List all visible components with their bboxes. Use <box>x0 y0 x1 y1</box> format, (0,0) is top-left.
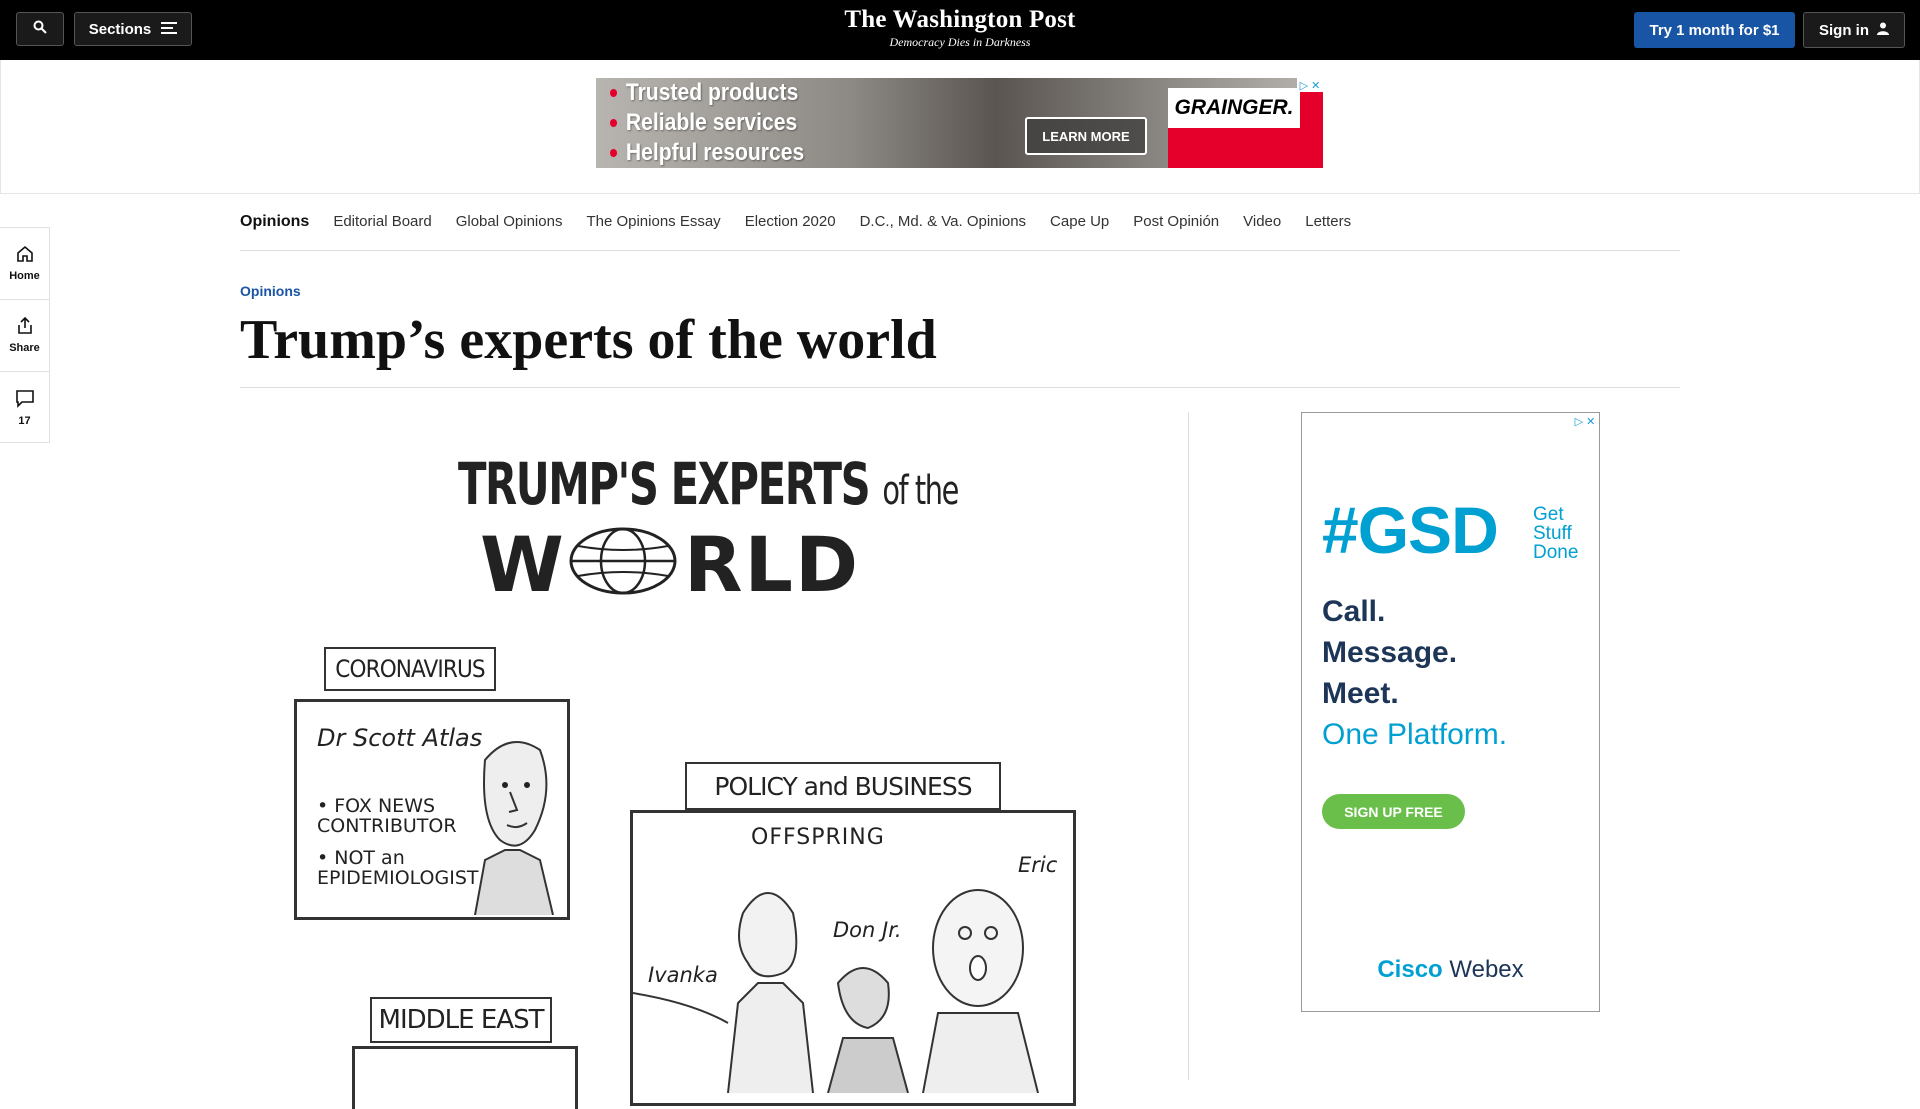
cartoon-panel-atlas: Dr Scott Atlas • FOX NEWS CONTRIBUTOR • … <box>294 699 570 920</box>
cartoon-caption-middle-east: MIDDLE EAST <box>370 997 552 1043</box>
subnav-item-election-2020[interactable]: Election 2020 <box>745 212 836 232</box>
masthead[interactable]: The Washington Post Democracy Dies in Da… <box>760 5 1160 49</box>
ad-features: Call. Message. Meet. <box>1322 595 1458 710</box>
hamburger-icon <box>161 21 178 38</box>
banner-ad-item: Trusted products <box>610 78 804 108</box>
share-icon <box>16 316 34 338</box>
globe-icon <box>568 526 678 601</box>
cartoon-caption-coronavirus: CORONAVIRUS <box>324 647 496 691</box>
left-action-rail: Home Share 17 <box>0 227 50 443</box>
banner-ad-item: Helpful resources <box>610 138 804 168</box>
rail-comments-count: 17 <box>18 414 31 427</box>
article-headline: Trump’s experts of the world <box>240 309 937 371</box>
subnav-item-post-opinion[interactable]: Post Opinión <box>1133 212 1219 232</box>
sections-button[interactable]: Sections <box>74 12 192 46</box>
banner-ad-brand-logo: GRAINGER. <box>1168 88 1300 128</box>
signin-button[interactable]: Sign in <box>1803 12 1905 48</box>
rail-home-button[interactable]: Home <box>0 228 49 300</box>
subnav-item-opinions-essay[interactable]: The Opinions Essay <box>586 212 720 232</box>
subscribe-button[interactable]: Try 1 month for $1 <box>1634 12 1795 48</box>
sections-label: Sections <box>88 20 152 38</box>
top-nav-bar: Sections The Washington Post Democracy D… <box>0 0 1920 60</box>
search-button[interactable] <box>16 12 64 46</box>
banner-ad[interactable]: Trusted products Reliable services Helpf… <box>596 78 1323 168</box>
subnav-item-video[interactable]: Video <box>1243 212 1281 232</box>
subnav-item-global-opinions[interactable]: Global Opinions <box>456 212 563 232</box>
subnav-item-cape-up[interactable]: Cape Up <box>1050 212 1109 232</box>
signin-label: Sign in <box>1819 21 1869 39</box>
opinions-subnav: Opinions Editorial Board Global Opinions… <box>240 212 1680 251</box>
subnav-item-opinions[interactable]: Opinions <box>240 212 309 232</box>
comment-icon <box>15 389 34 411</box>
search-icon <box>33 20 47 39</box>
headline-divider <box>240 387 1680 388</box>
rail-home-label: Home <box>9 270 40 282</box>
subnav-item-editorial-board[interactable]: Editorial Board <box>333 212 431 232</box>
subnav-item-dc-md-va[interactable]: D.C., Md. & Va. Opinions <box>860 212 1026 232</box>
rail-share-button[interactable]: Share <box>0 300 49 372</box>
cartoon-offspring-label: OFFSPRING <box>751 825 885 850</box>
rail-share-label: Share <box>9 342 40 354</box>
editorial-cartoon: TRUMP'S EXPERTS of the W RLD CORONAVIRUS… <box>280 432 1100 1109</box>
user-icon <box>1877 22 1889 39</box>
cartoon-panel-middle-east <box>352 1046 578 1109</box>
ad-platform: One Platform. <box>1322 718 1508 751</box>
cartoon-caption-policy-business: POLICY and BUSINESS <box>685 762 1001 810</box>
home-icon <box>16 245 34 266</box>
ad-brand: Cisco Webex <box>1377 956 1524 983</box>
ad-subheadline: Get Stuff Done <box>1533 504 1579 563</box>
sidebar-ad-webex[interactable]: ▷ ✕ #GSD Get Stuff Done Call. Message. M… <box>1301 412 1600 1012</box>
site-tagline: Democracy Dies in Darkness <box>889 35 1031 49</box>
banner-ad-item: Reliable services <box>610 108 804 138</box>
banner-ad-list: Trusted products Reliable services Helpf… <box>610 78 831 168</box>
cartoon-panel-offspring: OFFSPRING Eric Don Jr. Ivanka <box>630 810 1076 1106</box>
column-divider <box>1188 412 1189 1080</box>
ad-signup-button[interactable]: SIGN UP FREE <box>1322 794 1465 829</box>
ad-headline: #GSD <box>1322 493 1499 567</box>
cartoon-atlas-bullet1: • FOX NEWS CONTRIBUTOR <box>317 795 457 837</box>
banner-ad-learn-more-button[interactable]: LEARN MORE <box>1025 117 1147 155</box>
rail-comments-button[interactable]: 17 <box>0 372 49 444</box>
cartoon-atlas-name: Dr Scott Atlas <box>317 724 483 752</box>
atlas-caricature <box>465 730 560 920</box>
site-logo[interactable]: The Washington Post <box>760 5 1160 35</box>
article-kicker[interactable]: Opinions <box>240 283 301 299</box>
cartoon-title-world: W RLD <box>480 520 861 609</box>
offspring-caricatures <box>632 853 1063 1098</box>
ad-choices-icon[interactable]: ▷ ✕ <box>1297 78 1323 92</box>
subnav-item-letters[interactable]: Letters <box>1305 212 1351 232</box>
ad-choices-icon[interactable]: ▷ ✕ <box>1572 414 1598 428</box>
cartoon-title-line1: TRUMP'S EXPERTS of the <box>458 450 959 518</box>
cartoon-atlas-bullet2: • NOT an EPIDEMIOLOGIST <box>317 847 479 889</box>
